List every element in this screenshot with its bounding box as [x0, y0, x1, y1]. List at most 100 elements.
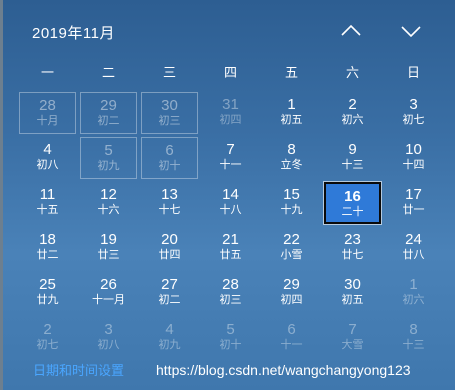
- weekday-label: 一: [40, 65, 54, 80]
- day-cell[interactable]: 8 十三: [385, 317, 442, 359]
- day-cell[interactable]: 7 十一: [202, 137, 259, 179]
- day-number: 1: [409, 276, 418, 293]
- lunar-date: 初十: [158, 160, 181, 172]
- lunar-date: 廿四: [158, 249, 181, 261]
- day-number: 29: [283, 276, 300, 293]
- lunar-date: 十四: [402, 159, 425, 171]
- day-cell[interactable]: 13 十七: [141, 182, 198, 224]
- day-cell[interactable]: 29 初四: [263, 272, 320, 314]
- lunar-date: 初三: [219, 294, 242, 306]
- day-cell[interactable]: 4 初八: [19, 137, 76, 179]
- day-cell[interactable]: 11 十五: [19, 182, 76, 224]
- day-number: 5: [104, 142, 113, 159]
- day-cell[interactable]: 3 初八: [80, 317, 137, 359]
- day-number: 11: [39, 186, 56, 203]
- day-number: 4: [165, 321, 174, 338]
- day-cell-today[interactable]: 16 二十: [324, 182, 381, 224]
- day-number: 28: [39, 97, 56, 114]
- day-cell[interactable]: 23 廿七: [324, 227, 381, 269]
- day-cell[interactable]: 10 十四: [385, 137, 442, 179]
- day-cell[interactable]: 5 初十: [202, 317, 259, 359]
- calendar-grid: 28 十月 29 初二 30 初三 31 初四 1 初五 2 初六 3 初七 4 初八 5 初九 6 初十 7 十一 8 立冬…: [17, 92, 444, 360]
- previous-month-button[interactable]: [336, 18, 366, 44]
- day-cell[interactable]: 28 初三: [202, 272, 259, 314]
- lunar-date: 十七: [158, 204, 181, 216]
- day-cell[interactable]: 17 廿一: [385, 182, 442, 224]
- lunar-date: 初四: [219, 114, 242, 126]
- lunar-date: 小雪: [280, 249, 303, 261]
- day-cell[interactable]: 30 初三: [141, 92, 198, 134]
- lunar-date: 十三: [402, 339, 425, 351]
- day-number: 24: [405, 231, 422, 248]
- month-title[interactable]: 2019年11月: [32, 22, 115, 43]
- day-cell[interactable]: 18 廿二: [19, 227, 76, 269]
- day-number: 8: [409, 321, 418, 338]
- day-cell[interactable]: 12 十六: [80, 182, 137, 224]
- day-number: 18: [39, 231, 56, 248]
- day-number: 28: [222, 276, 239, 293]
- day-cell[interactable]: 28 十月: [19, 92, 76, 134]
- day-cell[interactable]: 21 廿五: [202, 227, 259, 269]
- lunar-date: 初三: [158, 115, 181, 127]
- day-cell[interactable]: 27 初二: [141, 272, 198, 314]
- day-cell[interactable]: 14 十八: [202, 182, 259, 224]
- day-number: 19: [100, 231, 117, 248]
- lunar-date: 十五: [36, 204, 59, 216]
- day-cell[interactable]: 31 初四: [202, 92, 259, 134]
- weekday-header-row: 一二三四五六日: [17, 62, 444, 84]
- day-number: 17: [405, 186, 422, 203]
- day-number: 4: [43, 141, 52, 158]
- day-cell[interactable]: 5 初九: [80, 137, 137, 179]
- day-cell[interactable]: 22 小雪: [263, 227, 320, 269]
- day-number: 15: [283, 186, 300, 203]
- watermark-text: https://blog.csdn.net/wangchangyong123: [156, 362, 411, 378]
- lunar-date: 廿九: [36, 294, 59, 306]
- day-cell[interactable]: 25 廿九: [19, 272, 76, 314]
- day-number: 31: [222, 96, 239, 113]
- day-number: 25: [39, 276, 56, 293]
- day-number: 13: [161, 186, 178, 203]
- day-cell[interactable]: 2 初六: [324, 92, 381, 134]
- day-cell[interactable]: 8 立冬: [263, 137, 320, 179]
- day-cell[interactable]: 6 十一: [263, 317, 320, 359]
- chevron-down-icon: [401, 26, 421, 38]
- day-number: 7: [348, 321, 357, 338]
- day-number: 30: [161, 97, 178, 114]
- day-cell[interactable]: 4 初九: [141, 317, 198, 359]
- lunar-date: 初四: [280, 294, 303, 306]
- lunar-date: 十一月: [92, 294, 125, 306]
- day-cell[interactable]: 9 十三: [324, 137, 381, 179]
- lunar-date: 十三: [341, 159, 364, 171]
- weekday-label: 四: [223, 65, 237, 80]
- lunar-date: 十一: [219, 159, 242, 171]
- window-edge: [0, 0, 3, 390]
- day-number: 30: [344, 276, 361, 293]
- next-month-button[interactable]: [396, 18, 426, 44]
- day-cell[interactable]: 20 廿四: [141, 227, 198, 269]
- day-cell[interactable]: 19 廿三: [80, 227, 137, 269]
- weekday-label: 五: [284, 65, 298, 80]
- lunar-date: 初十: [219, 339, 242, 351]
- day-number: 23: [344, 231, 361, 248]
- day-cell[interactable]: 1 初六: [385, 272, 442, 314]
- weekday-label: 三: [162, 65, 176, 80]
- day-cell[interactable]: 7 大雪: [324, 317, 381, 359]
- day-cell[interactable]: 24 廿八: [385, 227, 442, 269]
- day-number: 8: [287, 141, 296, 158]
- lunar-date: 二十: [341, 206, 364, 218]
- lunar-date: 廿七: [341, 249, 364, 261]
- day-cell[interactable]: 3 初七: [385, 92, 442, 134]
- lunar-date: 初六: [341, 114, 364, 126]
- day-cell[interactable]: 29 初二: [80, 92, 137, 134]
- day-cell[interactable]: 6 初十: [141, 137, 198, 179]
- day-number: 3: [409, 96, 418, 113]
- day-cell[interactable]: 30 初五: [324, 272, 381, 314]
- day-cell[interactable]: 26 十一月: [80, 272, 137, 314]
- lunar-date: 十八: [219, 204, 242, 216]
- day-number: 26: [100, 276, 117, 293]
- date-time-settings-link[interactable]: 日期和时间设置: [33, 360, 124, 379]
- lunar-date: 初八: [97, 339, 120, 351]
- day-cell[interactable]: 15 十九: [263, 182, 320, 224]
- day-cell[interactable]: 2 初七: [19, 317, 76, 359]
- day-cell[interactable]: 1 初五: [263, 92, 320, 134]
